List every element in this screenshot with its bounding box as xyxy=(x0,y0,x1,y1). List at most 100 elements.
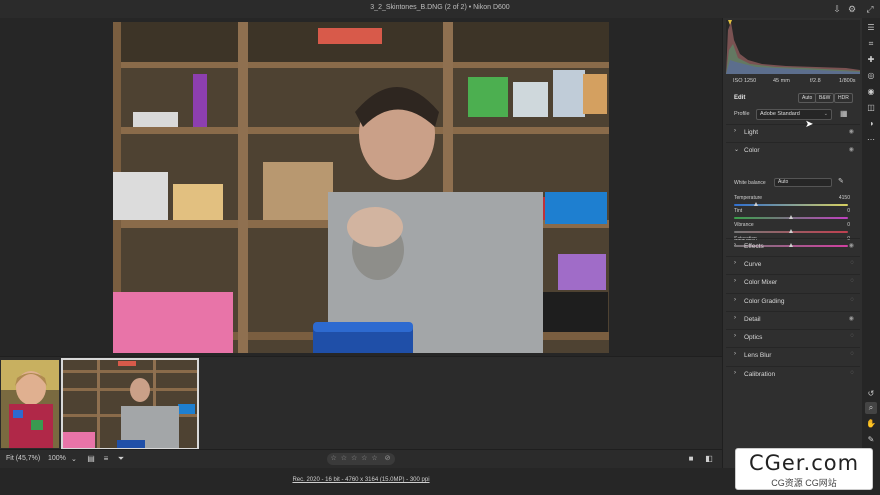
slider-knob[interactable] xyxy=(788,229,793,233)
chevron-down-icon: ⌄ xyxy=(734,147,740,153)
edit-title: Edit xyxy=(734,95,746,101)
eye-icon[interactable]: ◌ xyxy=(850,370,854,376)
watermark-title: CGer.com xyxy=(748,451,860,475)
section-color[interactable]: ⌄ Color ◉ xyxy=(726,142,860,157)
filter-icon[interactable]: ⏷ xyxy=(116,454,126,464)
white-balance-select[interactable]: Auto xyxy=(774,178,832,187)
section-lens-blur[interactable]: › Lens Blur ◌ xyxy=(726,347,860,362)
rating-clear-icon[interactable]: ⊘ xyxy=(385,455,392,462)
eyedropper-icon[interactable]: ✎ xyxy=(838,177,844,185)
eye-icon[interactable]: ◉ xyxy=(849,242,854,249)
filmstrip-thumb-1[interactable] xyxy=(1,360,59,448)
presets-icon[interactable]: ◫ xyxy=(865,102,877,114)
section-color-mixer-label: Color Mixer xyxy=(744,279,778,286)
temperature-value[interactable]: 4150 xyxy=(839,195,850,201)
hdr-button[interactable]: HDR xyxy=(834,93,853,103)
chevron-right-icon: › xyxy=(734,315,736,321)
vibrance-label: Vibrance xyxy=(734,222,754,228)
image-canvas[interactable] xyxy=(0,18,722,356)
section-curve-label: Curve xyxy=(744,261,762,268)
edit-sliders-icon[interactable]: ☰ xyxy=(865,22,877,34)
save-icon[interactable]: ⇩ xyxy=(831,3,843,15)
section-detail[interactable]: › Detail ◉ xyxy=(726,311,860,326)
section-optics[interactable]: › Optics ◌ xyxy=(726,329,860,344)
chevron-right-icon: › xyxy=(734,128,736,134)
exif-focal: 45 mm xyxy=(773,78,790,84)
chevron-down-icon[interactable]: ⌄ xyxy=(71,455,77,463)
filmstrip-view-icon[interactable]: ▤ xyxy=(86,454,96,464)
filmstrip xyxy=(0,356,722,450)
watermark-subtitle: CG资源 CG网站 xyxy=(771,478,837,488)
exif-shutter: 1/800s xyxy=(839,78,856,84)
chevron-down-icon: ⌄ xyxy=(823,111,828,117)
undo-icon[interactable]: ↺ xyxy=(865,388,877,400)
chevron-right-icon: › xyxy=(734,242,736,248)
slider-knob[interactable] xyxy=(788,215,793,219)
zoom-level[interactable]: 100% xyxy=(48,455,66,462)
eye-icon[interactable]: ◉ xyxy=(849,128,854,135)
star-rating[interactable]: ☆ ☆ ☆ ☆ ☆ ⊘ xyxy=(327,453,395,465)
section-effects-label: Effects xyxy=(744,243,764,250)
settings-icon[interactable]: ⚙ xyxy=(846,3,858,15)
tint-value[interactable]: 0 xyxy=(847,208,850,214)
eye-icon[interactable]: ◉ xyxy=(849,315,854,322)
vibrance-value[interactable]: 0 xyxy=(847,222,850,228)
eye-icon[interactable]: ◌ xyxy=(850,260,854,266)
crop-icon[interactable]: ⌗ xyxy=(865,38,877,50)
slider-knob[interactable] xyxy=(754,202,759,206)
section-curve[interactable]: › Curve ◌ xyxy=(726,256,860,271)
tint-slider[interactable] xyxy=(734,215,848,219)
section-color-grading[interactable]: › Color Grading ◌ xyxy=(726,293,860,308)
expand-icon[interactable]: ⤢ xyxy=(864,3,876,15)
red-eye-icon[interactable]: ◉ xyxy=(865,86,877,98)
eye-icon[interactable]: ◌ xyxy=(850,351,854,357)
white-balance-label: White balance xyxy=(734,180,766,186)
snapshots-icon[interactable]: ◑ xyxy=(865,118,877,130)
main-photo xyxy=(113,22,609,353)
eye-icon[interactable]: ◉ xyxy=(849,146,854,153)
section-color-mixer[interactable]: › Color Mixer ◌ xyxy=(726,274,860,289)
healing-icon[interactable]: ✚ xyxy=(865,54,877,66)
fit-zoom-label[interactable]: Fit (45,7%) xyxy=(6,455,40,462)
histogram xyxy=(726,20,860,74)
image-info-link[interactable]: Rec. 2020 - 16 bit - 4760 x 3164 (15.0MP… xyxy=(0,477,722,483)
exif-iso: ISO 1250 xyxy=(733,78,757,84)
chevron-right-icon: › xyxy=(734,351,736,357)
status-bar: Fit (45,7%) 100% ⌄ ▤ ≡ ⏷ ☆ ☆ ☆ ☆ ☆ ⊘ ■ ◧ xyxy=(0,449,722,468)
exif-info: ISO 1250 45 mm f/2.8 1/800s xyxy=(726,76,860,88)
temperature-label: Temperature xyxy=(734,195,763,201)
eye-icon[interactable]: ◌ xyxy=(850,333,854,339)
filmstrip-thumb-2[interactable] xyxy=(61,358,199,450)
watermark-logo: CGer.com CG资源 CG网站 xyxy=(735,448,873,490)
exif-aperture: f/2.8 xyxy=(810,78,821,84)
chevron-right-icon: › xyxy=(734,260,736,266)
more-icon[interactable]: ⋯ xyxy=(865,134,877,146)
eye-icon[interactable]: ◌ xyxy=(850,297,854,303)
masking-icon[interactable]: ◎ xyxy=(865,70,877,82)
profile-browser-icon[interactable]: ▦ xyxy=(840,109,848,118)
color-panel-body: White balance Auto ✎ Temperature 4150 Ti… xyxy=(726,166,860,247)
section-color-label: Color xyxy=(744,147,760,154)
bw-button[interactable]: B&W xyxy=(815,93,835,103)
section-color-grading-label: Color Grading xyxy=(744,298,785,305)
compare-view-icon[interactable]: ◧ xyxy=(704,454,714,464)
chevron-right-icon: › xyxy=(734,278,736,284)
section-effects[interactable]: › Effects ◉ xyxy=(726,238,860,253)
temperature-slider[interactable] xyxy=(734,202,848,206)
sort-icon[interactable]: ≡ xyxy=(101,454,111,464)
auto-button[interactable]: Auto xyxy=(798,93,817,103)
section-lens-blur-label: Lens Blur xyxy=(744,352,772,359)
section-light-label: Light xyxy=(744,129,759,136)
color-sampler-icon[interactable]: ✎ xyxy=(865,434,877,446)
hand-icon[interactable]: ✋ xyxy=(865,418,877,430)
vibrance-slider[interactable] xyxy=(734,229,848,233)
tool-strip: ☰ ⌗ ✚ ◎ ◉ ◫ ◑ ⋯ ↺ ⌕ ✋ ✎ xyxy=(862,18,880,468)
profile-select[interactable]: Adobe Standard ⌄ xyxy=(756,109,832,120)
chevron-right-icon: › xyxy=(734,333,736,339)
section-light[interactable]: › Light ◉ xyxy=(726,124,860,139)
fullscreen-icon[interactable]: ■ xyxy=(686,454,696,464)
rating-stars[interactable]: ☆ ☆ ☆ ☆ ☆ xyxy=(331,455,379,462)
zoom-icon[interactable]: ⌕ xyxy=(865,402,877,414)
eye-icon[interactable]: ◌ xyxy=(850,278,854,284)
section-calibration[interactable]: › Calibration ◌ xyxy=(726,366,860,381)
